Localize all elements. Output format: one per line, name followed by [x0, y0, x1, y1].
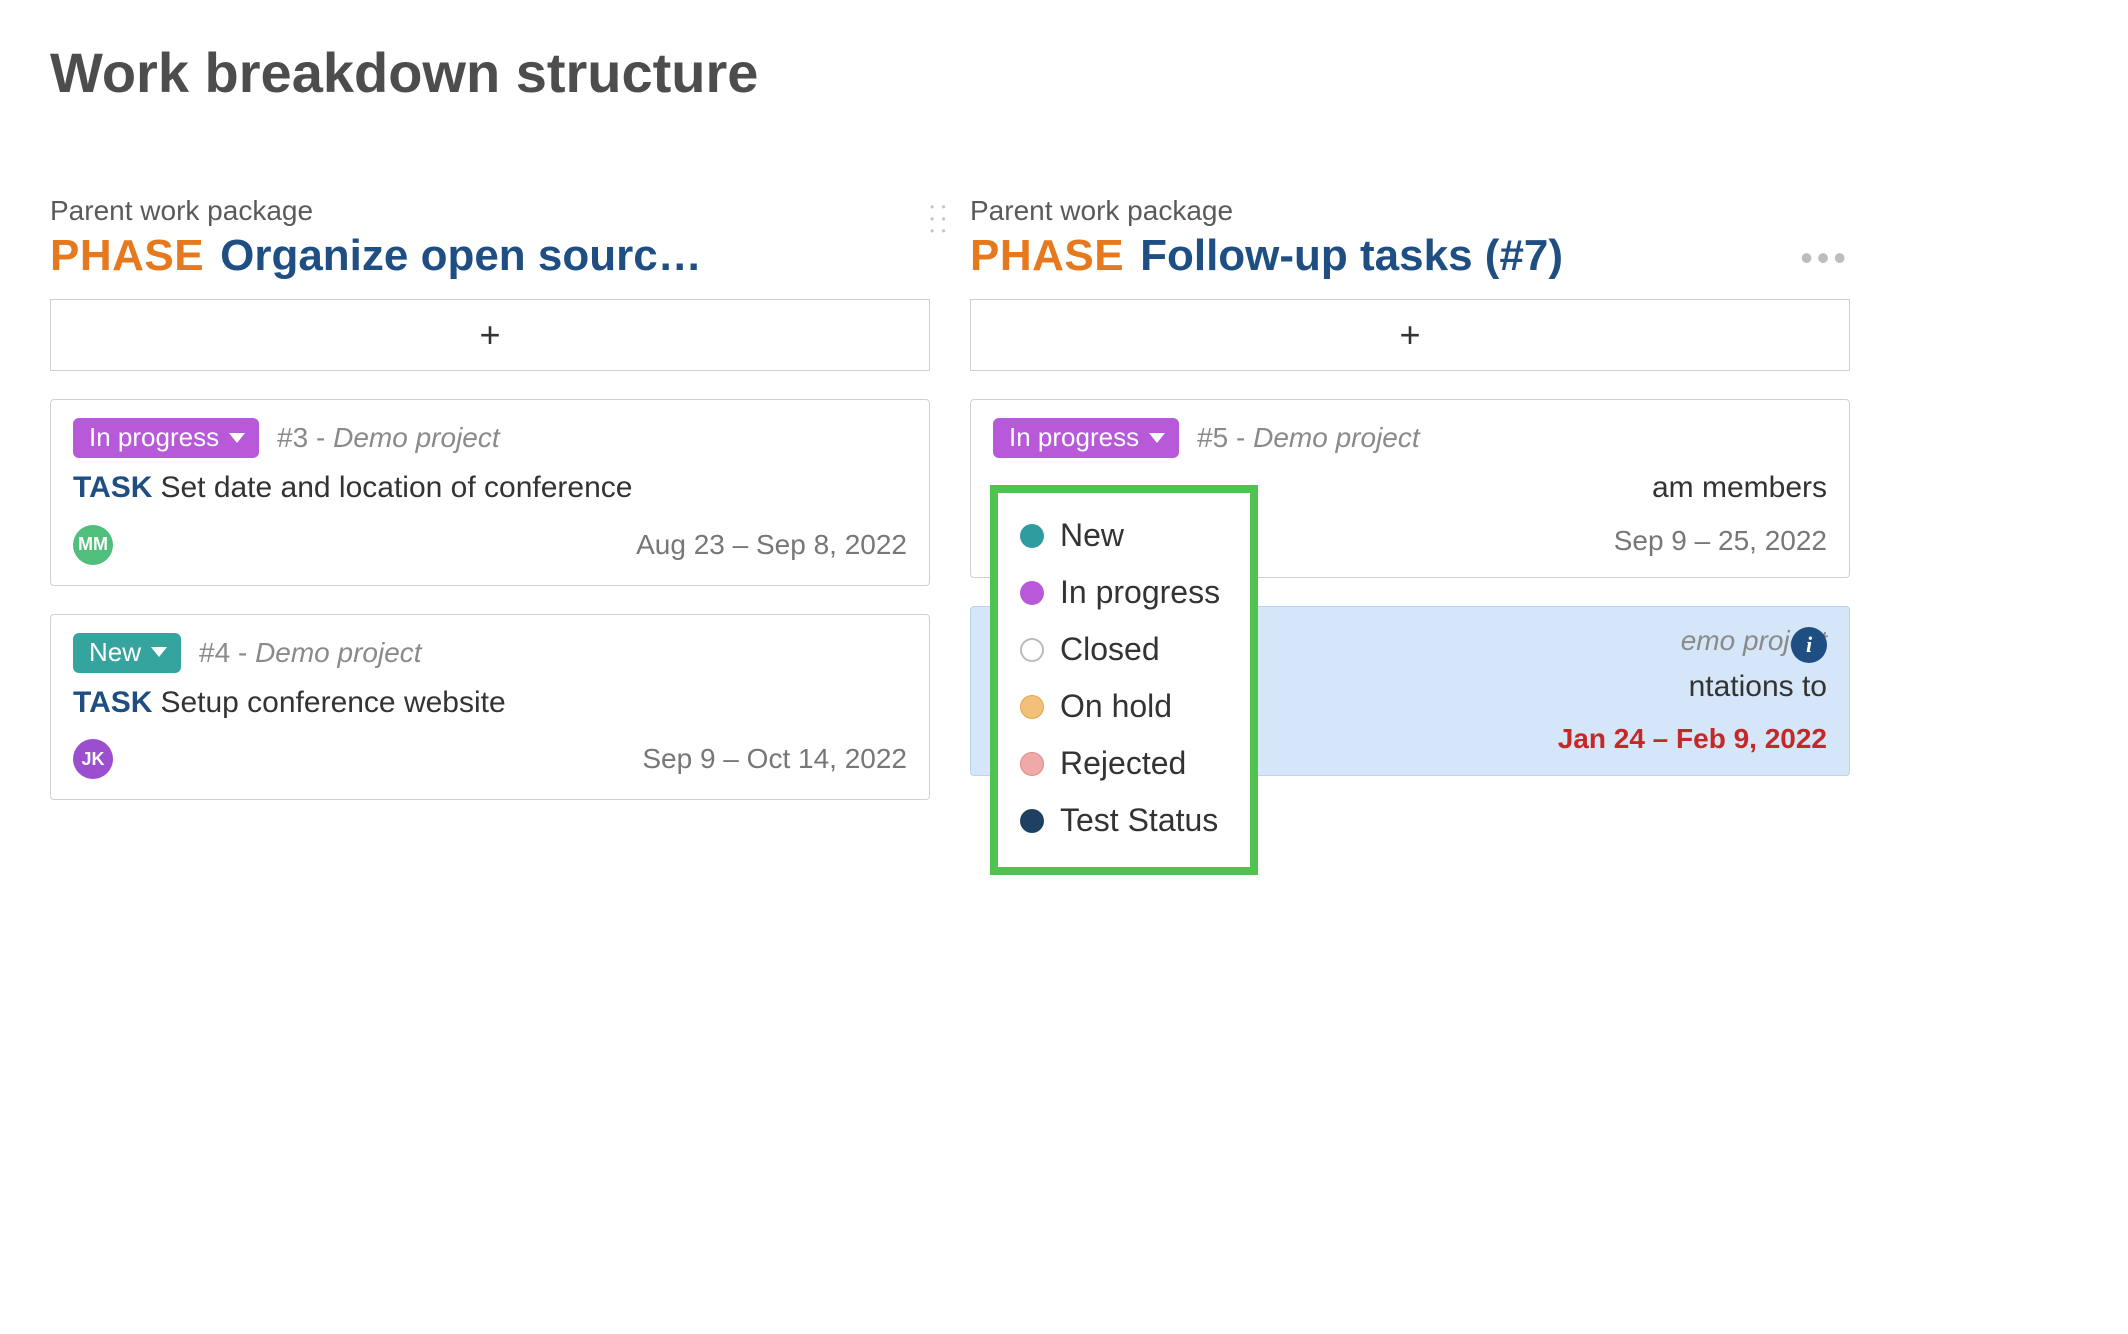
column-phase-followup: • •• •• • Parent work package PHASE Foll… [970, 195, 1850, 828]
card-project: Demo project [333, 422, 500, 453]
status-pill[interactable]: In progress [73, 418, 259, 458]
more-icon[interactable]: ••• [1790, 240, 1850, 276]
status-label: In progress [89, 422, 219, 453]
status-dot-icon [1020, 524, 1044, 548]
chevron-down-icon [1149, 433, 1165, 443]
date-range: Sep 9 – 25, 2022 [1614, 525, 1827, 557]
column-header[interactable]: PHASE Organize open sourc… [50, 231, 930, 281]
date-range: Aug 23 – Sep 8, 2022 [636, 529, 907, 561]
status-option-new[interactable]: New [1016, 507, 1224, 564]
card-project: Demo project [255, 637, 422, 668]
card-id: #5 [1197, 422, 1228, 453]
status-option-label: Closed [1060, 631, 1160, 668]
date-range: Jan 24 – Feb 9, 2022 [1558, 723, 1827, 755]
status-label: New [89, 637, 141, 668]
status-pill[interactable]: New [73, 633, 181, 673]
status-dot-icon [1020, 695, 1044, 719]
status-option-on-hold[interactable]: On hold [1016, 678, 1224, 735]
status-dot-icon [1020, 752, 1044, 776]
card-meta: #4 - Demo project [199, 637, 422, 669]
status-dot-icon [1020, 581, 1044, 605]
column-title: Organize open sourc… [220, 231, 702, 281]
status-pill[interactable]: In progress [993, 418, 1179, 458]
status-dot-icon [1020, 809, 1044, 833]
status-dot-icon [1020, 638, 1044, 662]
column-header[interactable]: PHASE Follow-up tasks (#7) ••• [970, 231, 1850, 281]
card-title-row: TASKSetup conference website [73, 683, 907, 724]
card-project: Demo project [1253, 422, 1420, 453]
column-subtitle: Parent work package [50, 195, 930, 227]
drag-handle-icon[interactable]: • •• •• • [930, 203, 948, 239]
card-title: Setup conference website [160, 686, 505, 719]
date-range: Sep 9 – Oct 14, 2022 [642, 743, 907, 775]
card-title-row: TASKSet date and location of conference [73, 468, 907, 509]
card-id: #4 [199, 637, 230, 668]
page-title: Work breakdown structure [50, 40, 2078, 105]
info-icon[interactable]: i [1791, 627, 1827, 663]
plus-icon: + [1399, 314, 1420, 356]
card-task-4[interactable]: New #4 - Demo project TASKSetup conferen… [50, 614, 930, 801]
status-option-in-progress[interactable]: In progress [1016, 564, 1224, 621]
phase-tag: PHASE [50, 231, 204, 281]
task-tag: TASK [73, 686, 152, 719]
chevron-down-icon [229, 433, 245, 443]
status-option-label: New [1060, 517, 1124, 554]
status-dropdown[interactable]: New In progress Closed On hold Rejected … [990, 485, 1258, 875]
status-option-closed[interactable]: Closed [1016, 621, 1224, 678]
task-tag: TASK [73, 471, 152, 504]
card-meta: #3 - Demo project [277, 422, 500, 454]
phase-tag: PHASE [970, 231, 1124, 281]
card-task-3[interactable]: In progress #3 - Demo project TASKSet da… [50, 399, 930, 586]
column-subtitle: Parent work package [970, 195, 1850, 227]
status-option-test-status[interactable]: Test Status [1016, 792, 1224, 849]
status-option-rejected[interactable]: Rejected [1016, 735, 1224, 792]
column-phase-organize: Parent work package PHASE Organize open … [50, 195, 930, 828]
status-option-label: In progress [1060, 574, 1220, 611]
card-title: am members [1652, 471, 1827, 504]
status-label: In progress [1009, 422, 1139, 453]
card-meta: #5 - Demo project [1197, 422, 1420, 454]
add-card-button[interactable]: + [50, 299, 930, 371]
card-title: ntations to [1689, 670, 1827, 703]
plus-icon: + [479, 314, 500, 356]
column-title: Follow-up tasks (#7) [1140, 231, 1563, 281]
add-card-button[interactable]: + [970, 299, 1850, 371]
card-title: Set date and location of conference [160, 471, 632, 504]
avatar[interactable]: MM [73, 525, 113, 565]
status-option-label: On hold [1060, 688, 1172, 725]
chevron-down-icon [151, 647, 167, 657]
status-option-label: Rejected [1060, 745, 1186, 782]
board: Parent work package PHASE Organize open … [50, 195, 2078, 828]
avatar[interactable]: JK [73, 739, 113, 779]
status-option-label: Test Status [1060, 802, 1218, 839]
card-id: #3 [277, 422, 308, 453]
